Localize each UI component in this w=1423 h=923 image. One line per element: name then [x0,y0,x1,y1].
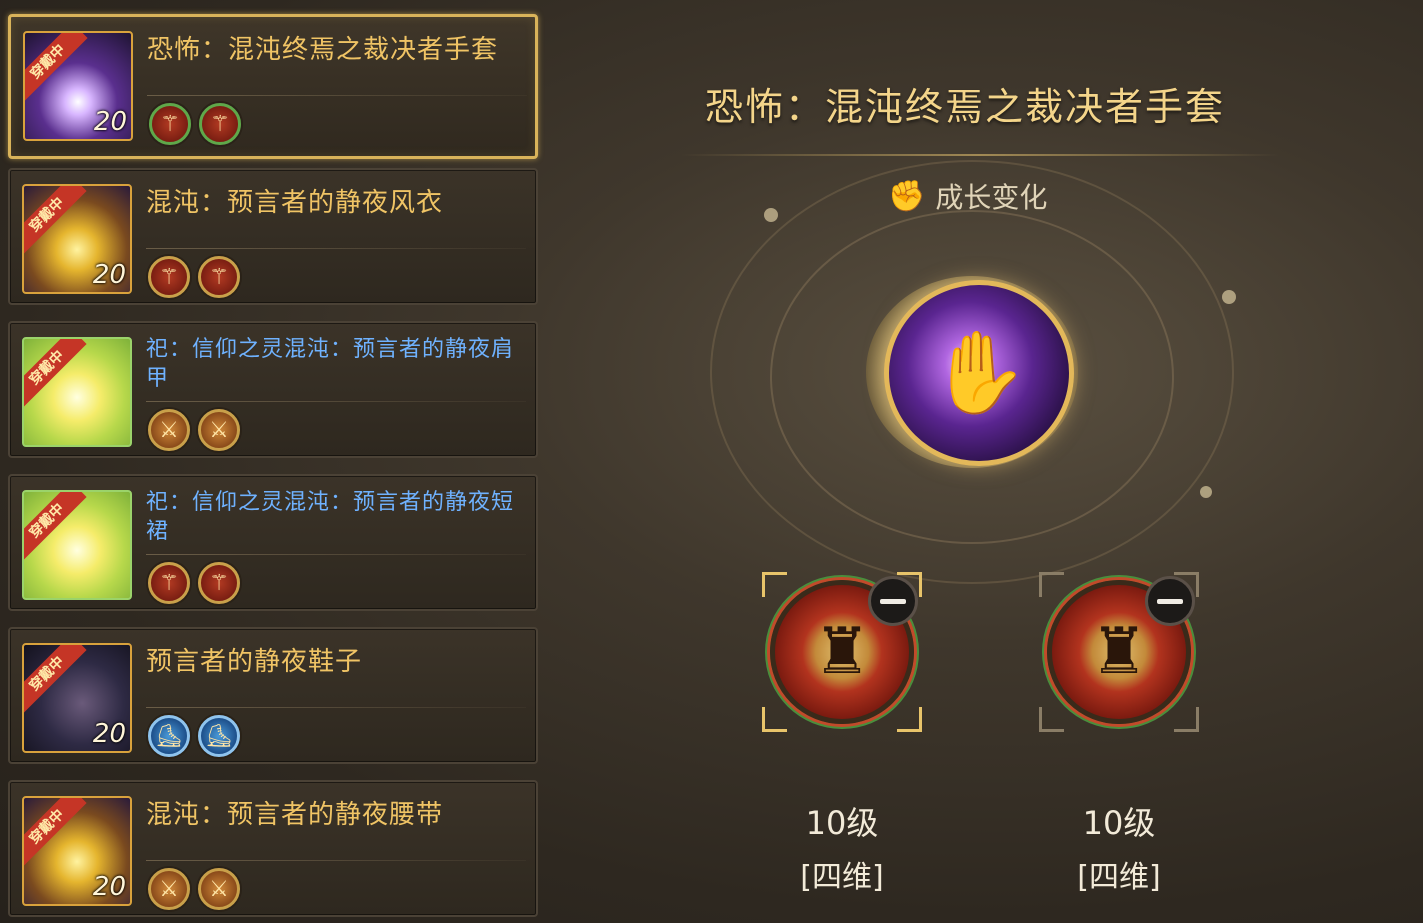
slot-level: 10级 [805,804,879,842]
item-name: 祀：信仰之灵混沌：预言者的静夜肩甲 [146,335,526,393]
equipment-item[interactable]: 穿戴中 20 预言者的静夜鞋子 ⛸ ⛸ [8,627,538,764]
equipment-thumbnail: 穿戴中 [22,490,132,600]
strength-icon: ⚚ [148,256,190,298]
gauntlet-icon: ✋ [884,280,1074,466]
strength-icon: ⚚ [148,562,190,604]
item-name-text: 信仰之灵混沌：预言者的静夜短裙 [146,490,515,544]
remove-button[interactable] [1145,576,1195,626]
equipment-thumbnail: 穿戴中 20 [22,796,132,906]
item-name: 混沌：预言者的静夜腰带 [146,800,444,830]
weapon-icon: ⚔ [198,868,240,910]
strength-icon: ⚚ [198,562,240,604]
weapon-icon: ⚔ [148,868,190,910]
divider [147,95,527,96]
strength-icon: ⚚ [199,103,241,145]
remove-button[interactable] [868,576,918,626]
weapon-icon: ⚔ [148,409,190,451]
growth-label: 成长变化 [935,181,1048,214]
divider [146,401,526,402]
equipped-ribbon: 穿戴中 [24,492,87,561]
equipped-ribbon: 穿戴中 [25,33,88,102]
detail-title: 恐怖：混沌终焉之裁决者手套 [705,85,1226,129]
item-name-text: 信仰之灵混沌：预言者的静夜肩甲 [146,337,515,391]
item-prefix: 祀： [146,490,193,515]
growth-change-header: ✊ 成长变化 [888,176,1047,216]
equipped-ribbon: 穿戴中 [24,645,87,714]
title-divider [680,154,1280,156]
item-name: 混沌：预言者的静夜风衣 [146,188,444,218]
item-name: 祀：信仰之灵混沌：预言者的静夜短裙 [146,488,526,546]
equipped-ribbon: 穿戴中 [24,186,87,255]
sparkle-icon [1222,290,1236,304]
item-name: 恐怖：混沌终焉之裁决者手套 [147,35,499,65]
strength-icon: ⚚ [149,103,191,145]
equipment-thumbnail: 穿戴中 [22,337,132,447]
strength-icon: ⚚ [198,256,240,298]
sparkle-icon [1200,486,1212,498]
boots-icon: ⛸ [198,715,240,757]
enchant-slot-1[interactable]: ♜ [762,572,922,732]
slot-2-label: 10级 [四维] [1039,798,1199,896]
slot-level: 10级 [1082,804,1156,842]
divider [146,860,526,861]
item-level: 20 [92,260,126,290]
slot-1-label: 10级 [四维] [762,798,922,896]
slot-kind: [四维] [800,860,884,895]
divider [146,248,526,249]
item-level: 20 [92,872,126,902]
boots-icon: ⛸ [148,715,190,757]
equipment-thumbnail: 穿戴中 20 [22,184,132,294]
equipment-thumbnail: 穿戴中 20 [22,643,132,753]
enchant-slot-2[interactable]: ♜ [1039,572,1199,732]
weapon-icon: ⚔ [198,409,240,451]
item-level: 20 [93,107,127,137]
item-prefix: 祀： [146,337,193,362]
divider [146,554,526,555]
divider [146,707,526,708]
equipped-ribbon: 穿戴中 [24,798,87,867]
equipment-item[interactable]: 穿戴中 祀：信仰之灵混沌：预言者的静夜肩甲 ⚔ ⚔ [8,321,538,458]
slot-kind: [四维] [1077,860,1161,895]
equipment-thumbnail: 穿戴中 20 [23,31,133,141]
item-level: 20 [92,719,126,749]
equipment-item[interactable]: 穿戴中 20 恐怖：混沌终焉之裁决者手套 ⚚ ⚚ [8,14,538,159]
equipment-item[interactable]: 穿戴中 20 混沌：预言者的静夜风衣 ⚚ ⚚ [8,168,538,305]
equipped-ribbon: 穿戴中 [24,339,87,408]
equipment-item[interactable]: 穿戴中 祀：信仰之灵混沌：预言者的静夜短裙 ⚚ ⚚ [8,474,538,611]
equipment-item[interactable]: 穿戴中 20 混沌：预言者的静夜腰带 ⚔ ⚔ [8,780,538,917]
fist-icon: ✊ [888,178,926,214]
item-name: 预言者的静夜鞋子 [146,647,363,677]
sparkle-icon [764,208,778,222]
